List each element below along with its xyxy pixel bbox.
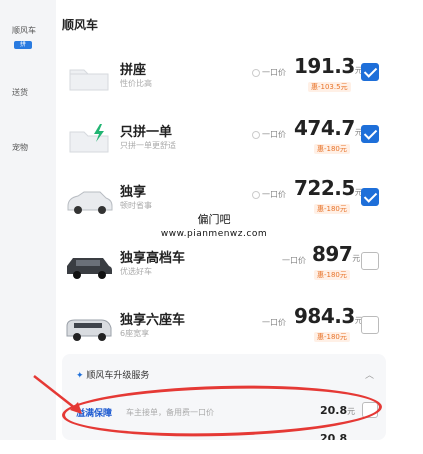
option-name: 独享 xyxy=(120,185,147,200)
option-price: 722.5元 xyxy=(294,176,363,200)
option-checkbox[interactable] xyxy=(361,63,379,81)
one-price-label: 一口价 xyxy=(282,256,306,265)
option-checkbox[interactable] xyxy=(361,188,379,206)
radio-dot-icon xyxy=(252,190,260,199)
one-price-label: 一口价 xyxy=(262,318,286,327)
suv-icon xyxy=(67,258,112,279)
option-subtitle: 性价比高 xyxy=(120,79,152,88)
option-name: 只拼一单 xyxy=(120,125,173,140)
option-subtitle: 顿时省事 xyxy=(120,201,152,210)
van-icon xyxy=(66,319,112,341)
option-row-gaodang[interactable]: 独享高档车 优选好车 一口价 897元 惠-180元 xyxy=(56,238,392,298)
radio-dot-icon xyxy=(252,130,260,139)
watermark: 偏门吧 www.pianmenwz.com xyxy=(160,213,268,239)
option-subtitle: 只拼一单更舒适 xyxy=(120,141,176,150)
discount-badge: 惠-180元 xyxy=(314,204,350,214)
car-icon xyxy=(67,191,113,214)
option-checkbox[interactable] xyxy=(361,125,379,143)
option-name: 独享高档车 xyxy=(120,251,186,266)
option-name: 拼座 xyxy=(120,63,147,78)
option-price: 984.3元 xyxy=(294,304,363,328)
section-title: 顺风车 xyxy=(62,18,99,32)
option-name: 独享六座车 xyxy=(120,313,186,328)
option-checkbox[interactable] xyxy=(361,252,379,270)
lightning-folder-icon xyxy=(69,124,109,153)
option-subtitle: 6座宽享 xyxy=(120,329,150,338)
chevron-up-icon[interactable]: ︿ xyxy=(365,368,374,381)
one-price-label: 一口价 xyxy=(252,129,286,140)
sidebar-item-shunfengche[interactable]: 顺风车 xyxy=(12,26,36,36)
radio-dot-icon xyxy=(252,68,260,77)
sidebar-item-delivery[interactable]: 送货 xyxy=(12,88,28,98)
sidebar-badge: 拼 xyxy=(14,41,32,49)
discount-badge: 惠-180元 xyxy=(314,144,350,154)
option-subtitle: 优选好车 xyxy=(120,267,152,276)
discount-badge: 惠-180元 xyxy=(314,332,350,342)
option-price: 191.3元 xyxy=(294,54,363,78)
one-price-label: 一口价 xyxy=(252,189,286,200)
option-price: 474.7元 xyxy=(294,116,363,140)
sidebar-item-pet[interactable]: 宠物 xyxy=(12,143,28,153)
discount-badge: 惠-103.5元 xyxy=(308,82,351,92)
folder-icon xyxy=(69,69,109,91)
option-price: 897元 xyxy=(312,242,360,266)
option-checkbox[interactable] xyxy=(361,316,379,334)
option-row-zhipin[interactable]: 只拼一单 只拼一单更舒适 一口价 474.7元 惠-180元 xyxy=(56,112,392,172)
bottom-bar xyxy=(0,440,423,454)
one-price-label: 一口价 xyxy=(252,67,286,78)
discount-badge: 惠-180元 xyxy=(314,270,350,280)
option-row-liuzuo[interactable]: 独享六座车 6座宽享 一口价 984.3元 惠-180元 xyxy=(56,300,392,360)
option-row-pinzuo[interactable]: 拼座 性价比高 一口价 191.3元 惠-103.5元 xyxy=(56,50,392,110)
